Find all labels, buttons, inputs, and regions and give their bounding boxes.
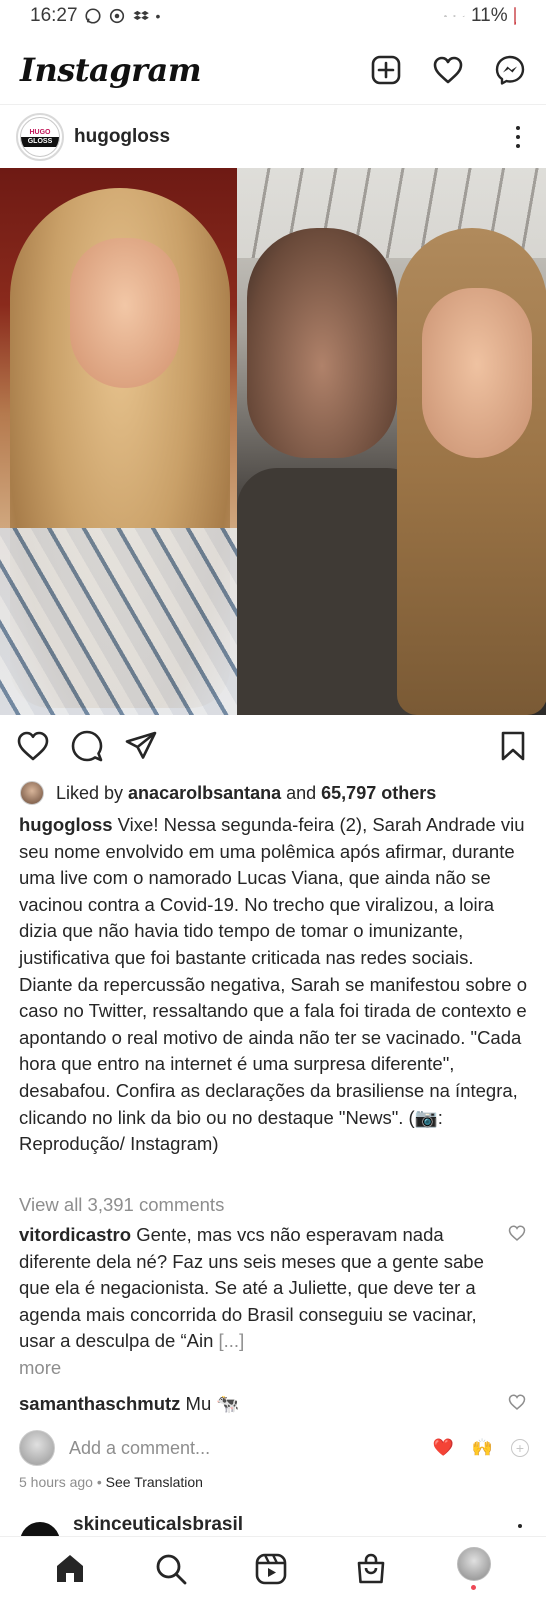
- notification-dot-icon: •: [155, 8, 161, 24]
- add-comment-row: Add a comment... ❤️ 🙌 +: [19, 1428, 529, 1468]
- home-icon[interactable]: [53, 1552, 87, 1586]
- liker-avatar: [20, 781, 44, 805]
- meta-separator: •: [92, 1474, 106, 1490]
- comment-text: Mu 🐄: [180, 1393, 240, 1414]
- post-avatar[interactable]: HUGO GLOSS: [16, 113, 64, 161]
- post-actions-left: [16, 729, 496, 763]
- next-post-username[interactable]: skinceuticalsbrasil: [73, 1514, 243, 1536]
- activity-heart-icon[interactable]: [432, 54, 464, 86]
- profile-tab[interactable]: [455, 1546, 493, 1591]
- quick-reactions: ❤️ 🙌 +: [433, 1438, 529, 1458]
- dropbox-icon: [133, 10, 149, 21]
- messenger-icon[interactable]: [494, 54, 526, 86]
- current-user-avatar: [19, 1430, 55, 1466]
- sync-icon: [109, 8, 124, 24]
- comment-more-link[interactable]: more: [19, 1355, 499, 1382]
- media-right-photo: [237, 168, 546, 715]
- avatar-text-bottom: GLOSS: [21, 136, 59, 147]
- post-actions: [0, 720, 546, 772]
- clock: 16:27: [30, 5, 78, 26]
- wifi-icon: [453, 15, 456, 17]
- notification-dot: [471, 1584, 477, 1590]
- profile-avatar: [456, 1546, 491, 1581]
- post-time: 5 hours ago: [19, 1474, 93, 1490]
- likes-others[interactable]: 65,797 others: [321, 783, 436, 804]
- comment-username[interactable]: vitordicastro: [19, 1224, 131, 1245]
- comment-icon[interactable]: [70, 729, 104, 763]
- app-actions: [370, 54, 526, 86]
- shop-icon[interactable]: [354, 1552, 388, 1586]
- likes-mid: and: [281, 782, 322, 803]
- app-bar: Instagram: [0, 38, 546, 102]
- add-comment-input[interactable]: Add a comment...: [69, 1438, 433, 1459]
- status-bar: 16:27 • 11%: [0, 0, 546, 32]
- likes-user[interactable]: anacarolbsantana: [128, 783, 281, 804]
- status-left: 16:27 •: [30, 5, 160, 27]
- header-divider: [0, 104, 546, 105]
- comment-item: samanthaschmutz Mu 🐄: [19, 1391, 499, 1418]
- share-icon[interactable]: [124, 729, 158, 763]
- likes-prefix: Liked by: [56, 782, 129, 803]
- quick-reaction-raised-hands[interactable]: 🙌: [472, 1438, 493, 1458]
- new-post-icon[interactable]: [370, 54, 402, 86]
- search-icon[interactable]: [154, 1552, 188, 1586]
- caption-username[interactable]: hugogloss: [19, 814, 113, 835]
- quick-reaction-heart[interactable]: ❤️: [433, 1438, 454, 1458]
- comment-like-heart-icon[interactable]: [508, 1224, 526, 1242]
- post-username[interactable]: hugogloss: [74, 126, 506, 148]
- comment-like-heart-icon[interactable]: [508, 1393, 526, 1411]
- post-avatar-image: HUGO GLOSS: [20, 117, 60, 157]
- see-translation-link[interactable]: See Translation: [106, 1474, 203, 1490]
- comment-item: vitordicastro Gente, mas vcs não esperav…: [19, 1222, 499, 1382]
- next-post-avatar[interactable]: [20, 1522, 60, 1536]
- caption-text: Vixe! Nessa segunda-feira (2), Sarah And…: [19, 814, 528, 1155]
- post-header: HUGO GLOSS hugogloss: [0, 108, 546, 166]
- next-post-header: skinceuticalsbrasil: [0, 1514, 546, 1536]
- battery-percent: 11%: [471, 5, 508, 26]
- alarm-icon: [444, 15, 447, 18]
- like-heart-icon[interactable]: [16, 729, 50, 763]
- save-bookmark-icon[interactable]: [496, 729, 530, 763]
- status-right: 11%: [444, 5, 516, 27]
- battery-icon: [513, 7, 516, 25]
- instagram-logo[interactable]: Instagram: [20, 51, 202, 89]
- media-left-photo: [0, 168, 237, 715]
- bottom-nav: [0, 1536, 546, 1600]
- comment-ellipsis: [...]: [218, 1330, 245, 1352]
- reels-icon[interactable]: [254, 1552, 288, 1586]
- post-media[interactable]: [0, 168, 546, 715]
- signal-icon: [462, 15, 465, 18]
- post-options-icon[interactable]: [506, 123, 530, 151]
- view-all-comments-link[interactable]: View all 3,391 comments: [19, 1194, 224, 1216]
- comment-username[interactable]: samanthaschmutz: [19, 1393, 180, 1414]
- add-reaction-plus-icon[interactable]: +: [511, 1439, 529, 1457]
- post-caption: hugogloss Vixe! Nessa segunda-feira (2),…: [19, 812, 529, 1158]
- likes-summary[interactable]: Liked by anacarolbsantana and 65,797 oth…: [20, 778, 530, 808]
- next-post-options-icon[interactable]: [518, 1524, 522, 1528]
- avatar-text-top: HUGO: [29, 128, 51, 136]
- whatsapp-icon: [84, 8, 101, 24]
- post-meta: 5 hours ago • See Translation: [19, 1474, 203, 1490]
